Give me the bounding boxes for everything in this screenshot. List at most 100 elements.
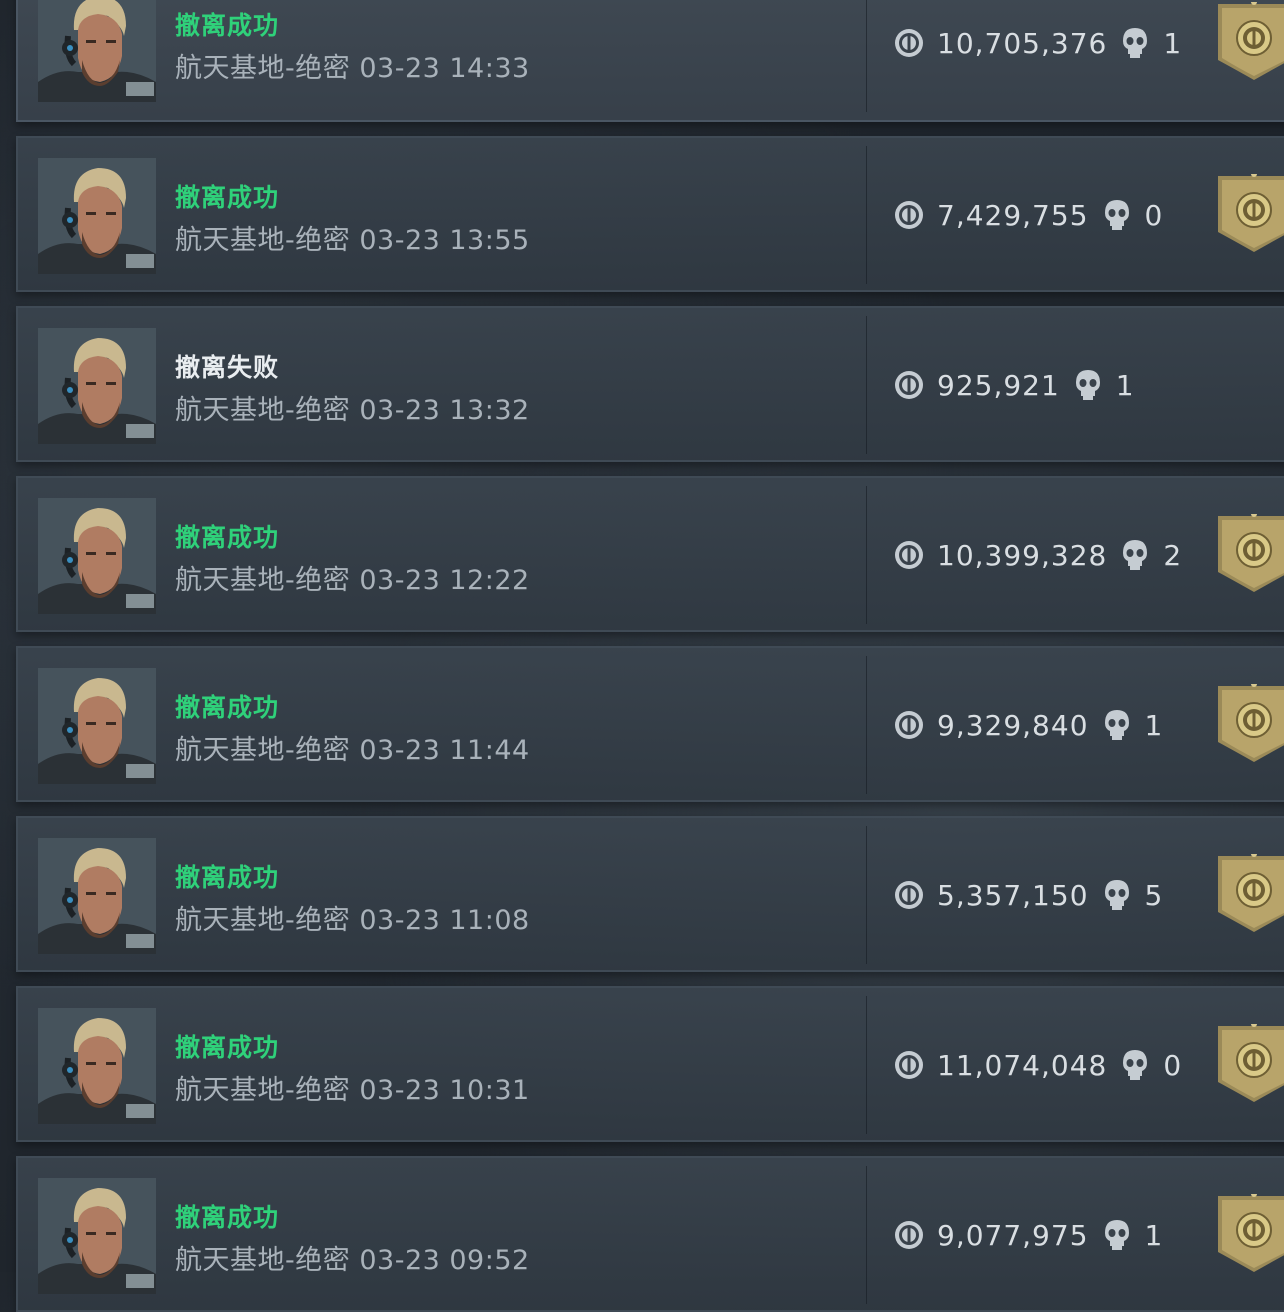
match-record-row[interactable]: 撤离成功 航天基地-绝密 03-23 10:31 11,074,048 0 (16, 986, 1284, 1142)
kill-count: 1 (1144, 708, 1163, 742)
match-record-row[interactable]: 撤离成功 航天基地-绝密 03-23 14:33 10,705,376 1 (16, 0, 1284, 122)
map-and-time: 航天基地-绝密 03-23 11:44 (175, 728, 530, 767)
extraction-status: 撤离成功 (175, 523, 280, 552)
loot-value: 7,429,755 (937, 198, 1089, 232)
gold-shield-badge-icon (1218, 174, 1284, 252)
skull-icon (1123, 540, 1148, 570)
coin-icon (895, 29, 923, 57)
gold-shield-badge-icon (1218, 684, 1284, 762)
match-stats: 925,921 1 (893, 365, 1134, 405)
row-divider (866, 0, 867, 112)
map-and-time: 航天基地-绝密 03-23 10:31 (175, 1068, 530, 1107)
match-record-row[interactable]: 撤离失败 航天基地-绝密 03-23 13:32 925,921 1 (16, 306, 1284, 462)
gold-shield-badge-icon (1218, 514, 1284, 592)
match-stats: 10,399,328 2 (893, 535, 1181, 575)
kill-count: 1 (1163, 26, 1182, 60)
map-name: 航天基地-绝密 (175, 1075, 351, 1106)
kill-count: 0 (1163, 1048, 1182, 1082)
extraction-status: 撤离成功 (175, 1203, 280, 1232)
row-divider (866, 1166, 867, 1304)
map-name: 航天基地-绝密 (175, 225, 351, 256)
match-stats: 9,329,840 1 (893, 705, 1162, 745)
match-stats: 10,705,376 1 (893, 23, 1181, 63)
match-datetime: 03-23 11:44 (359, 735, 530, 766)
match-stats: 9,077,975 1 (893, 1215, 1162, 1255)
match-record-row[interactable]: 撤离成功 航天基地-绝密 03-23 11:08 5,357,150 5 (16, 816, 1284, 972)
loot-value: 925,921 (937, 368, 1060, 402)
coin-icon (895, 1051, 923, 1079)
operator-avatar (38, 838, 156, 954)
operator-avatar (38, 1008, 156, 1124)
match-stats: 11,074,048 0 (893, 1045, 1181, 1085)
extraction-status: 撤离成功 (175, 863, 280, 892)
match-datetime: 03-23 10:31 (359, 1075, 530, 1106)
loot-value: 9,077,975 (937, 1218, 1089, 1252)
map-name: 航天基地-绝密 (175, 735, 351, 766)
skull-icon (1104, 1220, 1129, 1250)
operator-avatar (38, 498, 156, 614)
extraction-status: 撤离失败 (175, 353, 280, 382)
coin-icon (895, 371, 923, 399)
row-divider (866, 996, 867, 1134)
skull-icon (1123, 1050, 1148, 1080)
coin-icon (895, 881, 923, 909)
match-record-row[interactable]: 撤离成功 航天基地-绝密 03-23 13:55 7,429,755 0 (16, 136, 1284, 292)
map-name: 航天基地-绝密 (175, 905, 351, 936)
match-stats: 5,357,150 5 (893, 875, 1162, 915)
skull-icon (1075, 370, 1100, 400)
map-name: 航天基地-绝密 (175, 565, 351, 596)
match-datetime: 03-23 13:55 (359, 225, 530, 256)
operator-avatar (38, 1178, 156, 1294)
row-divider (866, 656, 867, 794)
match-stats: 7,429,755 0 (893, 195, 1162, 235)
match-record-row[interactable]: 撤离成功 航天基地-绝密 03-23 09:52 9,077,975 1 (16, 1156, 1284, 1312)
map-and-time: 航天基地-绝密 03-23 12:22 (175, 558, 530, 597)
loot-value: 11,074,048 (937, 1048, 1108, 1082)
coin-icon (895, 711, 923, 739)
kill-count: 1 (1144, 1218, 1163, 1252)
row-divider (866, 146, 867, 284)
operator-avatar (38, 668, 156, 784)
match-record-row[interactable]: 撤离成功 航天基地-绝密 03-23 12:22 10,399,328 2 (16, 476, 1284, 632)
row-divider (866, 316, 867, 454)
loot-value: 9,329,840 (937, 708, 1089, 742)
map-and-time: 航天基地-绝密 03-23 11:08 (175, 898, 530, 937)
map-name: 航天基地-绝密 (175, 53, 351, 84)
operator-avatar (38, 0, 156, 102)
operator-avatar (38, 328, 156, 444)
coin-icon (895, 1221, 923, 1249)
gold-shield-badge-icon (1218, 1194, 1284, 1272)
match-record-row[interactable]: 撤离成功 航天基地-绝密 03-23 11:44 9,329,840 1 (16, 646, 1284, 802)
coin-icon (895, 201, 923, 229)
map-name: 航天基地-绝密 (175, 1245, 351, 1276)
coin-icon (895, 541, 923, 569)
map-and-time: 航天基地-绝密 03-23 13:55 (175, 218, 530, 257)
match-datetime: 03-23 14:33 (359, 53, 530, 84)
extraction-status: 撤离成功 (175, 693, 280, 722)
match-history-list: 撤离成功 航天基地-绝密 03-23 14:33 10,705,376 1 撤离… (0, 0, 1284, 1312)
map-name: 航天基地-绝密 (175, 395, 351, 426)
operator-avatar (38, 158, 156, 274)
loot-value: 10,399,328 (937, 538, 1108, 572)
gold-shield-badge-icon (1218, 1024, 1284, 1102)
match-datetime: 03-23 11:08 (359, 905, 530, 936)
skull-icon (1123, 28, 1148, 58)
skull-icon (1104, 710, 1129, 740)
kill-count: 2 (1163, 538, 1182, 572)
gold-shield-badge-icon (1218, 2, 1284, 80)
map-and-time: 航天基地-绝密 03-23 14:33 (175, 46, 530, 85)
gold-shield-badge-icon (1218, 854, 1284, 932)
extraction-status: 撤离成功 (175, 11, 280, 40)
extraction-status: 撤离成功 (175, 1033, 280, 1062)
row-divider (866, 486, 867, 624)
kill-count: 1 (1115, 368, 1134, 402)
kill-count: 0 (1144, 198, 1163, 232)
match-datetime: 03-23 13:32 (359, 395, 530, 426)
match-datetime: 03-23 09:52 (359, 1245, 530, 1276)
map-and-time: 航天基地-绝密 03-23 13:32 (175, 388, 530, 427)
skull-icon (1104, 880, 1129, 910)
kill-count: 5 (1144, 878, 1163, 912)
row-divider (866, 826, 867, 964)
skull-icon (1104, 200, 1129, 230)
loot-value: 5,357,150 (937, 878, 1089, 912)
